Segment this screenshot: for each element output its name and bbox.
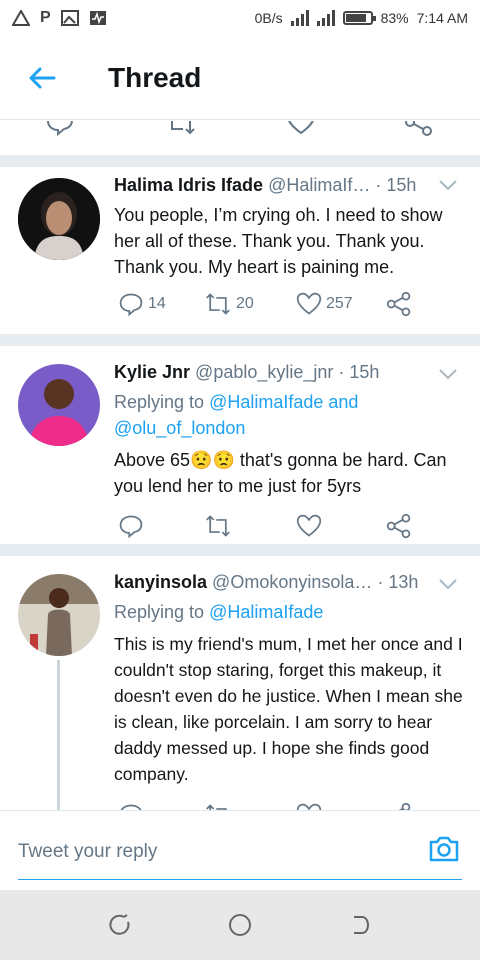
reply-icon [119,515,143,539]
tweet-body: Halima Idris Ifade @HalimaIf… · 15h You … [114,175,464,280]
divider [0,155,480,167]
divider [0,544,480,556]
like-icon [296,514,322,537]
share-icon [398,802,411,810]
status-icons-left: P [12,9,107,27]
system-nav-bar [0,890,480,960]
like-button[interactable]: 257 [296,291,353,317]
retweet-icon[interactable] [165,121,197,137]
reply-button[interactable] [118,513,144,539]
avatar-image [18,178,100,260]
author-handle[interactable]: @pablo_kylie_jnr [195,362,333,383]
replying-to-users[interactable]: @HalimaIfade [209,602,323,622]
tweet[interactable]: Halima Idris Ifade @HalimaIf… · 15h You … [0,167,480,334]
reply-input[interactable]: Tweet your reply [18,841,157,863]
avatar[interactable] [18,178,100,260]
retweet-count: 20 [236,295,254,312]
tweet-text: Above 65😟😟 that's gonna be hard. Can you… [114,450,447,496]
reply-icon [120,804,142,810]
replying-to-label: Replying to [114,392,205,412]
tweet-actions: 14 20 257 [114,291,424,321]
tweet-actions [114,802,424,810]
retweet-button[interactable] [204,513,232,539]
replying-to: Replying to @HalimaIfade and @olu_of_lon… [114,389,464,441]
tweet-text: This is my friend's mum, I met her once … [114,634,463,784]
chevron-down-icon[interactable] [438,368,458,380]
like-icon [296,803,322,810]
tweet[interactable]: Kylie Jnr @pablo_kylie_jnr · 15h Replyin… [0,346,480,544]
tweet-body: kanyinsola @Omokonyinsola… · 13h Replyin… [114,572,464,787]
tweet-time: · 13h [377,572,419,592]
arrow-left-icon [29,67,56,88]
avatar-image [18,574,100,656]
retweet-button[interactable]: 20 [204,291,254,317]
retweet-icon [206,804,227,810]
battery-percent: 83% [380,10,409,26]
reply-count: 14 [148,295,166,312]
like-count: 257 [326,295,353,312]
triangle-icon [12,10,30,26]
replying-to-label: Replying to [114,602,205,622]
reply-icon [119,293,143,317]
home-icon[interactable] [227,912,253,938]
reply-button[interactable]: 14 [118,291,166,317]
tweet-actions [114,513,424,543]
tweet-text: You people, I’m crying oh. I need to sho… [114,205,443,277]
share-button[interactable] [386,802,412,810]
reply-icon[interactable] [45,121,75,137]
chevron-down-icon[interactable] [438,578,458,590]
tweet-time: · 15h [338,362,380,382]
share-icon [386,291,411,317]
tweet[interactable]: kanyinsola @Omokonyinsola… · 13h Replyin… [0,556,480,810]
parking-icon: P [40,9,51,26]
signal-icon [290,10,309,26]
tweet-body: Kylie Jnr @pablo_kylie_jnr · 15h Replyin… [114,362,464,499]
tweet-header: Halima Idris Ifade @HalimaIf… · 15h [114,175,464,196]
avatar-image [18,364,100,446]
avatar[interactable] [18,364,100,446]
clock: 7:14 AM [416,10,468,26]
tweet-time: · 15h [375,175,417,195]
battery-icon [342,11,376,25]
tweet-header: kanyinsola @Omokonyinsola… · 13h [114,572,464,593]
like-button[interactable] [296,513,322,539]
recents-icon[interactable] [108,913,132,937]
retweet-icon [206,515,230,537]
author-handle[interactable]: @Omokonyinsola… [212,572,372,593]
author-name[interactable]: Halima Idris Ifade [114,175,263,196]
previous-tweet-actions [0,121,480,139]
tweet-header: Kylie Jnr @pablo_kylie_jnr · 15h [114,362,464,383]
status-bar: P 0B/s 83% 7:14 AM [0,0,480,36]
app-header: Thread [0,36,480,120]
like-icon[interactable] [286,121,316,137]
share-button[interactable] [386,291,412,317]
like-button[interactable] [296,802,322,810]
author-handle[interactable]: @HalimaIf… [268,175,370,196]
pulse-icon [89,11,106,25]
camera-button[interactable] [428,835,460,868]
gallery-icon [60,10,79,26]
replying-to: Replying to @HalimaIfade [114,599,464,625]
back-button[interactable] [0,36,84,120]
thread-connector [57,660,60,810]
camera-icon [429,836,459,862]
reply-composer: Tweet your reply [0,810,480,890]
network-speed: 0B/s [254,10,283,26]
reply-input-underline [18,879,462,880]
author-name[interactable]: kanyinsola [114,572,207,593]
retweet-icon [206,293,230,315]
signal-icon-2 [316,10,335,26]
share-icon[interactable] [404,121,434,137]
divider [0,334,480,346]
chevron-down-icon[interactable] [438,179,458,191]
back-nav-icon[interactable] [348,913,372,937]
share-icon [386,513,411,539]
author-name[interactable]: Kylie Jnr [114,362,190,383]
page-title: Thread [108,61,202,93]
avatar[interactable] [18,574,100,656]
like-icon [296,292,322,315]
share-button[interactable] [386,513,412,539]
reply-button[interactable] [118,802,144,810]
retweet-button[interactable] [204,802,232,810]
